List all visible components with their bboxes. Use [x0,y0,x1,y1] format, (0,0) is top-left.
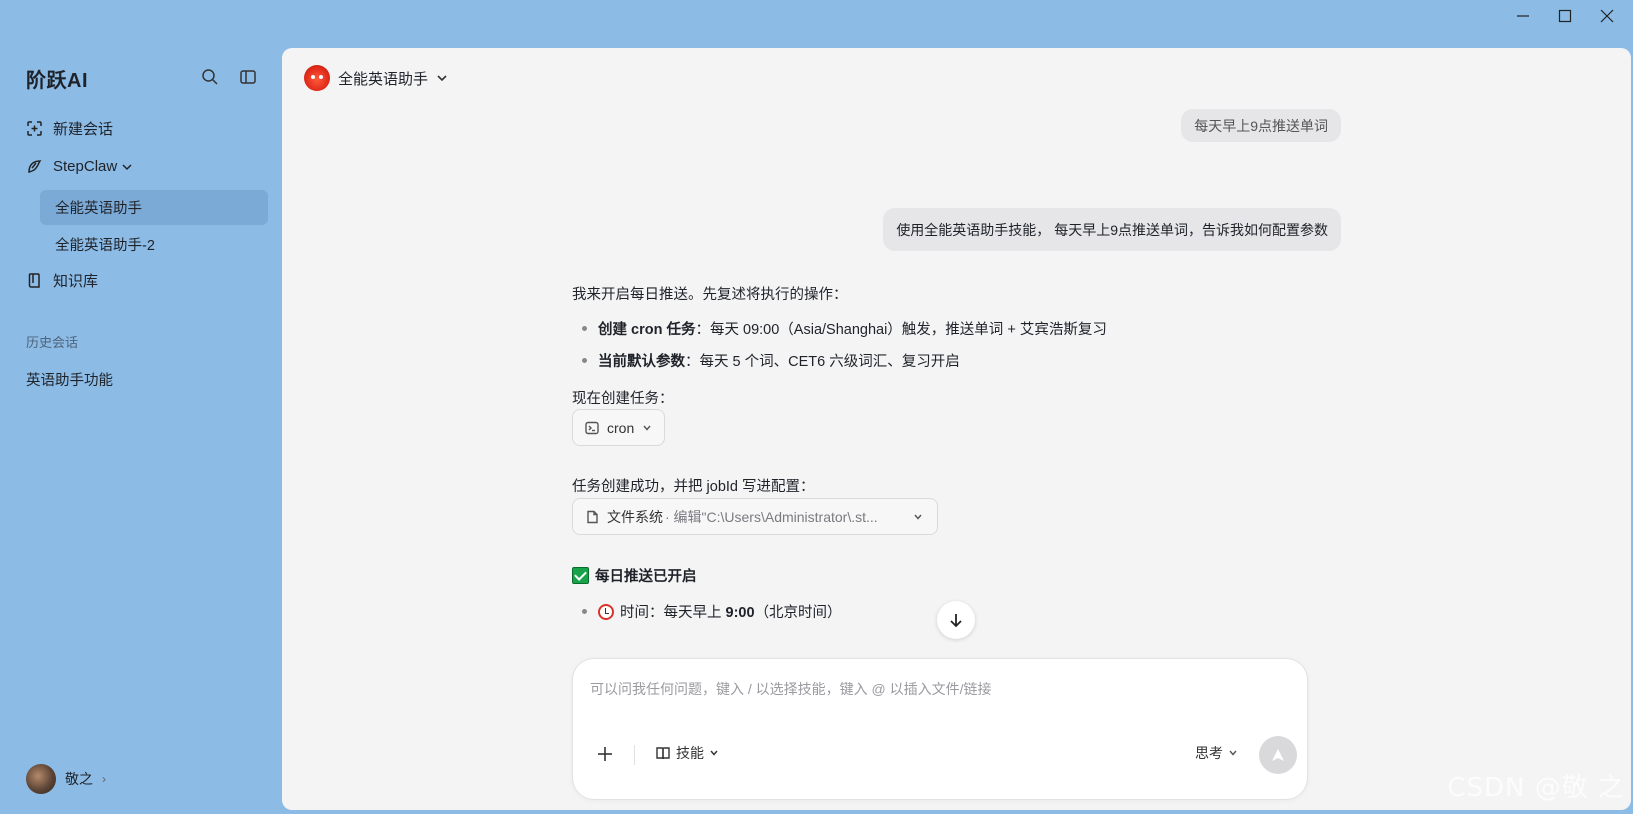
minimize-icon[interactable] [1515,8,1531,24]
tool-label: 文件系统 [607,508,663,525]
chevron-right-icon: › [102,772,106,786]
new-chat-button[interactable]: 新建会话 [26,118,113,139]
search-icon[interactable] [201,68,219,86]
send-button[interactable] [1259,736,1297,774]
send-arrow-icon [1272,749,1284,761]
window-controls [1515,8,1615,24]
chat-panel: 全能英语助手 每天早上9点推送单词 使用全能英语助手技能， 每天早上9点推送单词… [282,48,1631,810]
knowledge-base-label: 知识库 [53,273,99,290]
tool-detail: · 编辑"C:\Users\Administrator\.st... [665,508,878,525]
think-mode-button[interactable]: 思考 [1195,743,1238,763]
sidebar-item-english-assistant[interactable]: 全能英语助手 [40,190,268,225]
assistant-selector[interactable]: 全能英语助手 [304,65,448,91]
history-section-label: 历史会话 [26,335,79,350]
list-item: 当前默认参数：每天 5 个词、CET6 六级词汇、复习开启 [582,350,960,371]
sidebar-item-english-assistant-2[interactable]: 全能英语助手-2 [40,227,268,262]
book-icon [28,273,40,288]
stepclaw-group[interactable]: StepClaw [26,158,133,175]
time-value: 9:00 [725,605,755,621]
assistant-intro: 我来开启每日推送。先复述将执行的操作： [572,287,848,303]
knowledge-base-button[interactable]: 知识库 [26,270,98,291]
add-attachment-button[interactable] [595,744,615,764]
alarm-clock-icon [598,604,614,620]
terminal-icon [585,421,599,434]
arrow-down-icon [950,614,962,628]
new-chat-icon [27,121,42,136]
chevron-down-icon [437,75,447,82]
chevron-down-icon [122,163,132,170]
maximize-icon[interactable] [1557,8,1573,24]
bullet-bold: 当前默认参数 [598,354,685,370]
task-created-text: 任务创建成功，并把 jobId 写进配置： [572,479,815,495]
check-mark-icon [572,567,589,584]
user-name: 敬之 [65,771,93,787]
skills-label: 技能 [676,745,704,761]
watermark: CSDN @敬 之 [1447,773,1625,803]
assistant-name: 全能英语助手 [338,70,429,88]
time-zone: （北京时间） [754,605,842,621]
claw-icon [28,160,42,173]
sidebar-tools [201,68,257,86]
plus-icon [598,747,612,761]
list-item: 创建 cron 任务：每天 09:00（Asia/Shanghai）触发，推送单… [582,318,1107,339]
assistant-avatar-icon [304,65,330,91]
bullet-bold: 创建 cron 任务 [598,322,696,338]
divider [634,745,635,765]
chevron-down-icon [710,750,718,756]
book-open-icon [656,747,670,760]
skills-button[interactable]: 技能 [655,743,719,763]
time-label: 时间：每天早上 [620,605,726,621]
close-icon[interactable] [1599,8,1615,24]
brand-logo: 阶跃AI [26,70,88,92]
message-composer: 技能 思考 [572,658,1308,800]
sidebar-toggle-icon[interactable] [239,68,257,86]
think-label: 思考 [1195,745,1223,761]
new-chat-label: 新建会话 [53,121,114,138]
message-input[interactable] [590,677,1280,701]
sidebar-item-label: 全能英语助手-2 [55,238,155,254]
cron-tool-chip[interactable]: cron [572,409,666,446]
bullet-text: ：每天 5 个词、CET6 六级词汇、复习开启 [685,354,960,370]
chevron-down-icon [1229,750,1237,756]
user-message: 每天早上9点推送单词 [1181,109,1341,142]
avatar [26,764,56,794]
history-item[interactable]: 英语助手功能 [26,369,113,390]
list-item: 时间：每天早上 9:00（北京时间） [582,601,842,622]
create-task-text: 现在创建任务： [572,391,674,407]
push-enabled-label: 每日推送已开启 [595,569,697,585]
tool-label: cron [607,419,635,436]
sidebar-item-label: 全能英语助手 [55,201,142,217]
scroll-to-bottom-button[interactable] [937,601,975,639]
filesystem-tool-chip[interactable]: 文件系统 · 编辑"C:\Users\Administrator\.st... [572,498,938,535]
user-message: 使用全能英语助手技能， 每天早上9点推送单词，告诉我如何配置参数 [883,208,1341,251]
sidebar: 阶跃AI 新建会话 StepClaw 全能英语助手 全能英语助手-2 知识库 历… [0,0,280,814]
stepclaw-label: StepClaw [53,158,118,175]
chevron-down-icon [643,425,651,431]
file-icon [587,510,598,523]
user-profile[interactable]: 敬之 › [26,764,106,794]
push-enabled-title: 每日推送已开启 [572,565,697,586]
chevron-down-icon [914,514,922,520]
bullet-text: ：每天 09:00（Asia/Shanghai）触发，推送单词 + 艾宾浩斯复习 [695,322,1107,338]
